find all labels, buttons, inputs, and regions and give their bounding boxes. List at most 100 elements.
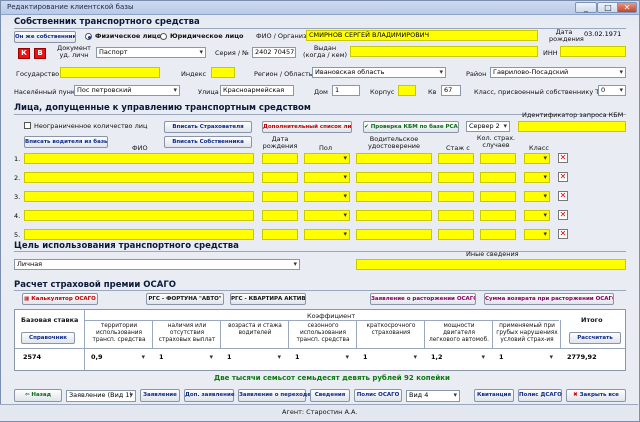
- locality-select[interactable]: Пос петровский: [74, 85, 180, 96]
- driver-exp-field[interactable]: [438, 229, 474, 240]
- calculator-button[interactable]: ▦ Калькулятор ОСАГО: [22, 293, 98, 305]
- policy-dsago-button[interactable]: Полис ДСАГО: [518, 389, 562, 402]
- rgs-fortuna-button[interactable]: РГС - ФОРТУНА "АВТО": [146, 293, 224, 305]
- driver-license-field[interactable]: [356, 191, 432, 202]
- driver-fio-field[interactable]: [24, 153, 254, 164]
- coef-select[interactable]: 1: [293, 353, 351, 364]
- close-all-button[interactable]: ✖ Закрыть все: [566, 389, 626, 402]
- kbm-id-field[interactable]: [518, 121, 626, 132]
- total-value[interactable]: 2779,92: [565, 353, 621, 364]
- base-rate-value[interactable]: 2574: [21, 353, 79, 364]
- driver-exp-field[interactable]: [438, 210, 474, 221]
- region-select[interactable]: Ивановская область: [312, 67, 446, 78]
- statement-select[interactable]: Заявление (Вид 1): [66, 390, 136, 402]
- driver-class-select[interactable]: [524, 229, 550, 240]
- insert-insurer-button[interactable]: Вписать Страхователя: [164, 121, 252, 133]
- driver-sex-select[interactable]: [304, 210, 350, 221]
- driver-cases-field[interactable]: [480, 172, 516, 183]
- reference-button[interactable]: Справочник: [21, 332, 75, 344]
- same-owner-button[interactable]: Он же собственник: [14, 31, 76, 43]
- street-field[interactable]: Красноармейская: [220, 85, 294, 96]
- driver-fio-field[interactable]: [24, 210, 254, 221]
- apt-field[interactable]: 67: [441, 85, 461, 96]
- statement-button[interactable]: Заявление: [140, 389, 180, 402]
- insert-from-base-button[interactable]: Вписать водителя из базы: [24, 136, 108, 148]
- coef-select[interactable]: 1: [361, 353, 419, 364]
- driver-exp-field[interactable]: [438, 153, 474, 164]
- driver-sex-select[interactable]: [304, 229, 350, 240]
- driver-birth-field[interactable]: [262, 229, 298, 240]
- coef-select[interactable]: 1: [157, 353, 215, 364]
- radio-physical[interactable]: [85, 33, 92, 40]
- driver-license-field[interactable]: [356, 229, 432, 240]
- termination-app-button[interactable]: Заявление о расторжении ОСАГО: [370, 293, 476, 305]
- corp-field[interactable]: [398, 85, 416, 96]
- driver-cases-field[interactable]: [480, 191, 516, 202]
- driver-class-select[interactable]: [524, 153, 550, 164]
- server-select[interactable]: Сервер 2: [466, 121, 510, 132]
- delete-row-icon[interactable]: ✕: [558, 153, 568, 163]
- house-field[interactable]: 1: [332, 85, 360, 96]
- minimize-button[interactable]: _: [575, 2, 597, 13]
- transfer-statement-button[interactable]: Заявление о переходе: [238, 389, 311, 402]
- driver-cases-field[interactable]: [480, 153, 516, 164]
- driver-birth-field[interactable]: [262, 210, 298, 221]
- driver-license-field[interactable]: [356, 153, 432, 164]
- driver-license-field[interactable]: [356, 172, 432, 183]
- close-window-button[interactable]: ✕: [617, 2, 637, 13]
- maximize-button[interactable]: □: [597, 2, 619, 13]
- driver-birth-field[interactable]: [262, 153, 298, 164]
- k-button[interactable]: К: [18, 48, 30, 59]
- coef-select[interactable]: 1: [225, 353, 283, 364]
- coef-select[interactable]: 1,2: [429, 353, 487, 364]
- termination-sum-button[interactable]: Сумма возврата при расторжении ОСАГО: [484, 293, 614, 305]
- driver-cases-field[interactable]: [480, 229, 516, 240]
- delete-row-icon[interactable]: ✕: [558, 191, 568, 201]
- driver-sex-select[interactable]: [304, 172, 350, 183]
- radio-legal[interactable]: [160, 33, 167, 40]
- birth-date-field[interactable]: 03.02.1971: [582, 30, 626, 41]
- inn-field[interactable]: [560, 46, 626, 57]
- calculate-button[interactable]: Рассчитать: [569, 332, 621, 344]
- check-kbm-button[interactable]: ✔ Проверка КБМ по базе РСА: [363, 121, 459, 133]
- doc-select[interactable]: Паспорт: [96, 47, 206, 58]
- b-button[interactable]: В: [34, 48, 46, 59]
- rgs-apartment-button[interactable]: РГС - КВАРТИРА АКТИВ: [230, 293, 306, 305]
- kind-select[interactable]: Вид 4: [406, 390, 460, 402]
- driver-fio-field[interactable]: [24, 191, 254, 202]
- driver-birth-field[interactable]: [262, 172, 298, 183]
- driver-fio-field[interactable]: [24, 229, 254, 240]
- district-select[interactable]: Гаврилово-Посадский: [490, 67, 626, 78]
- extra-list-button[interactable]: Дополнительный список лиц: [262, 121, 352, 133]
- back-button[interactable]: ⇦ Назад: [14, 389, 62, 402]
- driver-exp-field[interactable]: [438, 172, 474, 183]
- driver-class-select[interactable]: [524, 172, 550, 183]
- delete-row-icon[interactable]: ✕: [558, 229, 568, 239]
- insert-owner-button[interactable]: Вписать Собственника: [164, 136, 252, 148]
- driver-license-field[interactable]: [356, 210, 432, 221]
- driver-fio-field[interactable]: [24, 172, 254, 183]
- delete-row-icon[interactable]: ✕: [558, 172, 568, 182]
- delete-row-icon[interactable]: ✕: [558, 210, 568, 220]
- class-select[interactable]: 0: [598, 85, 626, 96]
- series-field[interactable]: 2402 704575: [252, 47, 296, 58]
- policy-osago-button[interactable]: Полис ОСАГО: [354, 389, 402, 402]
- driver-class-select[interactable]: [524, 210, 550, 221]
- unlimited-checkbox[interactable]: [24, 122, 31, 129]
- fio-input[interactable]: СМИРНОВ СЕРГЕЙ ВЛАДИМИРОВИЧ: [306, 30, 538, 41]
- issued-field[interactable]: [350, 46, 538, 57]
- driver-sex-select[interactable]: [304, 153, 350, 164]
- coef-select[interactable]: 1: [497, 353, 555, 364]
- driver-cases-field[interactable]: [480, 210, 516, 221]
- add-statement-button[interactable]: Доп. заявление: [184, 389, 235, 402]
- state-field[interactable]: [60, 67, 160, 78]
- driver-class-select[interactable]: [524, 191, 550, 202]
- driver-exp-field[interactable]: [438, 191, 474, 202]
- driver-birth-field[interactable]: [262, 191, 298, 202]
- info-button[interactable]: Сведения: [310, 389, 350, 402]
- other-info-field[interactable]: [356, 259, 626, 270]
- purpose-select[interactable]: Личная: [14, 259, 300, 270]
- receipt-button[interactable]: Квитанция: [474, 389, 514, 402]
- coef-select[interactable]: 0,9: [89, 353, 147, 364]
- driver-sex-select[interactable]: [304, 191, 350, 202]
